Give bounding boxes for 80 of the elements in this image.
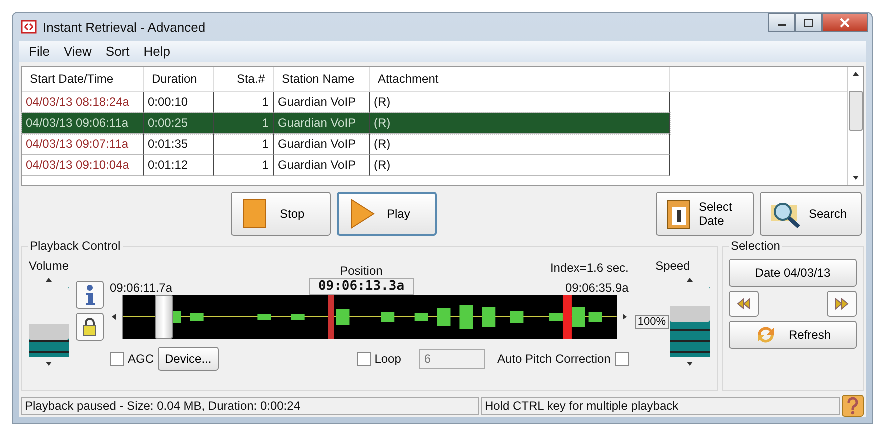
column-header[interactable]: Station Name (274, 67, 370, 91)
column-header[interactable]: Duration (144, 67, 214, 91)
table-row[interactable]: 04/03/13 09:06:11a 0:00:25 1 Guardian VoIP (R) (22, 113, 670, 134)
table-cell: Guardian VoIP (274, 134, 370, 155)
scroll-up-icon (852, 71, 860, 77)
status-hint: Hold CTRL key for multiple playback (481, 397, 840, 415)
select-date-button[interactable]: Select Date (656, 192, 754, 236)
table-cell: (R) (370, 155, 670, 176)
next-button[interactable] (827, 291, 857, 317)
down-arrow-icon[interactable] (45, 361, 53, 367)
fast-forward-icon (834, 298, 850, 310)
scroll-right-icon (620, 313, 629, 321)
scrollbar[interactable] (847, 67, 863, 185)
table-cell: 0:00:25 (144, 113, 214, 134)
up-arrow-icon[interactable] (686, 277, 694, 283)
window-title: Instant Retrieval - Advanced (43, 20, 207, 34)
minimize-button[interactable] (768, 13, 795, 32)
pitch-checkbox[interactable] (614, 352, 629, 366)
lock-button[interactable] (76, 313, 104, 341)
table-cell: (R) (370, 134, 670, 155)
table-cell: (R) (370, 113, 670, 134)
position-slider-thumb[interactable] (154, 295, 172, 339)
close-button[interactable] (822, 13, 868, 32)
down-arrow-icon[interactable] (686, 361, 694, 367)
scroll-thumb[interactable] (848, 91, 862, 131)
lock-icon (82, 317, 98, 337)
volume-label: Volume (28, 259, 70, 273)
help-button[interactable] (842, 395, 864, 417)
status-text: Playback paused - Size: 0.04 MB, Duration: 0:00:24 (21, 397, 479, 415)
menu-item[interactable]: Help (144, 44, 170, 59)
table-cell: 04/03/13 09:07:11a (22, 134, 144, 155)
scroll-down-icon (852, 175, 860, 181)
menu-item[interactable]: File (29, 44, 50, 59)
device-button[interactable]: Device... (158, 347, 219, 371)
help-icon (845, 396, 861, 416)
up-arrow-icon[interactable] (45, 277, 53, 283)
loop-checkbox[interactable] (356, 352, 371, 366)
scroll-left-icon (110, 313, 118, 321)
play-button[interactable]: Play (337, 192, 437, 236)
agc-checkbox[interactable] (110, 352, 124, 366)
refresh-button[interactable]: Refresh (729, 321, 857, 349)
table-cell: 0:01:35 (144, 134, 214, 155)
table-cell: 1 (214, 134, 274, 155)
search-button[interactable]: Search (760, 192, 862, 236)
column-header[interactable]: Sta.# (214, 67, 274, 91)
agc-label: AGC (128, 352, 154, 366)
date-button[interactable]: Date 04/03/13 (729, 259, 857, 287)
pitch-label: Auto Pitch Correction (497, 352, 611, 366)
speed-label: Speed (656, 259, 690, 273)
group-title: Playback Control (28, 239, 123, 253)
loop-label: Loop (374, 352, 402, 366)
position-display: 09:06:13.3a (309, 278, 414, 295)
table-cell: Guardian VoIP (274, 155, 370, 176)
table-cell: 0:01:12 (144, 155, 214, 176)
close-icon (840, 18, 850, 28)
start-time: 09:06:11.7a (110, 281, 173, 295)
maximize-icon (804, 18, 814, 26)
rewind-icon (736, 298, 752, 310)
speed-reading: 100% (634, 315, 669, 329)
table-cell: Guardian VoIP (274, 113, 370, 134)
app-icon (21, 19, 37, 35)
end-time: 09:06:35.9a (565, 281, 629, 295)
column-header[interactable]: Attachment (370, 67, 670, 91)
table-row[interactable]: 04/03/13 09:10:04a 0:01:12 1 Guardian VoIP (R) (22, 155, 670, 176)
info-button[interactable] (76, 281, 104, 309)
loop-count-field[interactable]: 6 (419, 349, 486, 369)
column-header[interactable]: Start Date/Time (22, 67, 144, 91)
previous-button[interactable] (729, 291, 759, 317)
group-title: Selection (729, 239, 782, 253)
menu-item[interactable]: Sort (106, 44, 130, 59)
menu-item[interactable]: View (64, 44, 92, 59)
table-cell: 1 (214, 113, 274, 134)
stop-button[interactable]: Stop (231, 192, 331, 236)
position-label: Position (340, 264, 383, 278)
index-label: Index=1.6 sec. (550, 261, 629, 275)
table-cell: 04/03/13 09:10:04a (22, 155, 144, 176)
maximize-button[interactable] (795, 13, 822, 32)
table-cell: 04/03/13 09:06:11a (22, 113, 144, 134)
table-cell: 1 (214, 155, 274, 176)
table-row[interactable]: 04/03/13 09:07:11a 0:01:35 1 Guardian VoIP (R) (22, 134, 670, 155)
